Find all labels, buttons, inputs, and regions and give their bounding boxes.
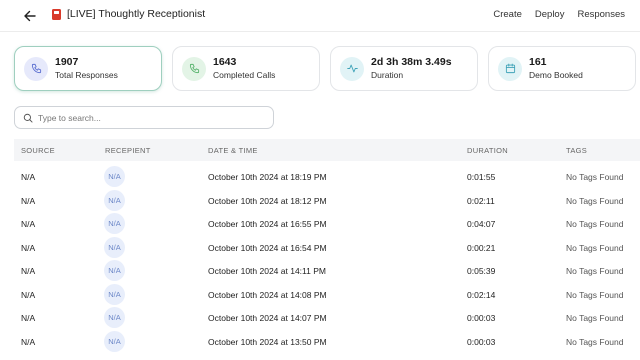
stat-card-total-responses[interactable]: 1907 Total Responses	[14, 46, 162, 91]
stat-icon-bg	[340, 56, 364, 81]
column-header-date-time[interactable]: DATE & TIME	[208, 146, 258, 155]
cell-date-time: October 10th 2024 at 13:50 PM	[208, 336, 327, 347]
recipient-avatar: N/A	[104, 236, 125, 258]
cell-date-time: October 10th 2024 at 14:08 PM	[208, 289, 327, 300]
column-header-recipient[interactable]: RECEPIENT	[105, 146, 151, 155]
cell-source: N/A	[21, 242, 36, 253]
stat-icon-bg	[182, 56, 206, 81]
stat-label: Duration	[371, 70, 404, 80]
cell-source: N/A	[21, 195, 36, 206]
cell-date-time: October 10th 2024 at 16:55 PM	[208, 219, 327, 229]
calendar-icon	[505, 63, 515, 74]
column-header-tags[interactable]: TAGS	[566, 146, 587, 155]
search-icon	[23, 113, 33, 123]
stat-label: Completed Calls	[213, 70, 276, 80]
table-header: SOURCE RECEPIENT DATE & TIME DURATION TA…	[14, 139, 640, 161]
cell-source: N/A	[21, 266, 36, 276]
cell-duration: 0:00:21	[467, 242, 496, 253]
nav-deploy-link[interactable]: Deploy	[535, 9, 565, 20]
cell-duration: 0:00:03	[467, 336, 496, 347]
cell-duration: 0:01:55	[467, 172, 496, 182]
table-row[interactable]: N/A N/A October 10th 2024 at 18:12 PM 0:…	[14, 189, 640, 213]
stat-value: 161	[529, 56, 547, 68]
cell-date-time: October 10th 2024 at 18:19 PM	[208, 172, 327, 182]
page-title: [LIVE] Thoughtly Receptionist	[67, 8, 206, 20]
cell-source: N/A	[21, 219, 36, 229]
table-row[interactable]: N/A N/A October 10th 2024 at 14:08 PM 0:…	[14, 283, 640, 307]
cell-tags: No Tags Found	[566, 336, 624, 347]
recipient-avatar: N/A	[104, 307, 125, 328]
nav-responses-link[interactable]: Responses	[577, 9, 625, 20]
cell-date-time: October 10th 2024 at 16:54 PM	[208, 242, 327, 253]
cell-source: N/A	[21, 336, 36, 347]
column-header-duration[interactable]: DURATION	[467, 146, 508, 155]
stat-value: 2d 3h 38m 3.49s	[371, 56, 452, 68]
cell-duration: 0:00:03	[467, 313, 496, 323]
recipient-avatar: N/A	[104, 283, 125, 305]
table-row[interactable]: N/A N/A October 10th 2024 at 14:07 PM 0:…	[14, 306, 640, 330]
stat-text: 2d 3h 38m 3.49s Duration	[371, 56, 452, 81]
recipient-avatar: N/A	[104, 166, 125, 187]
cell-tags: No Tags Found	[566, 313, 624, 323]
phone-check-icon	[189, 63, 199, 74]
cell-tags: No Tags Found	[566, 195, 624, 206]
cell-date-time: October 10th 2024 at 14:07 PM	[208, 313, 327, 323]
stat-card-completed-calls[interactable]: 1643 Completed Calls	[172, 46, 320, 91]
stat-label: Total Responses	[55, 70, 118, 80]
stats-cards: 1907 Total Responses 1643 Completed Call…	[14, 46, 640, 91]
cell-date-time: October 10th 2024 at 14:11 PM	[208, 266, 326, 276]
cell-tags: No Tags Found	[566, 172, 624, 182]
cell-date-time: October 10th 2024 at 18:12 PM	[208, 195, 327, 206]
cell-duration: 0:05:39	[467, 266, 496, 276]
cell-tags: No Tags Found	[566, 219, 624, 229]
live-badge-icon	[52, 8, 61, 20]
activity-icon	[346, 64, 358, 73]
stat-label: Demo Booked	[529, 70, 583, 80]
stat-text: 161 Demo Booked	[529, 56, 583, 81]
recipient-avatar: N/A	[104, 189, 125, 211]
table-row[interactable]: N/A N/A October 10th 2024 at 16:54 PM 0:…	[14, 236, 640, 260]
cell-tags: No Tags Found	[566, 289, 624, 300]
table-row[interactable]: N/A N/A October 10th 2024 at 13:50 PM 0:…	[14, 330, 640, 354]
recipient-avatar: N/A	[104, 260, 125, 281]
cell-duration: 0:04:07	[467, 219, 496, 229]
stat-value: 1907	[55, 56, 79, 68]
top-nav: Create Deploy Responses	[493, 9, 625, 20]
stat-value: 1643	[213, 56, 237, 68]
stat-icon-bg	[24, 56, 48, 81]
stat-text: 1643 Completed Calls	[213, 56, 275, 81]
table-row[interactable]: N/A N/A October 10th 2024 at 14:11 PM 0:…	[14, 259, 640, 283]
cell-source: N/A	[21, 172, 36, 182]
stat-text: 1907 Total Responses	[55, 56, 118, 81]
search-input[interactable]	[38, 112, 258, 123]
cell-duration: 0:02:11	[467, 195, 495, 206]
stat-card-duration[interactable]: 2d 3h 38m 3.49s Duration	[330, 46, 478, 91]
stat-icon-bg	[498, 56, 522, 81]
cell-tags: No Tags Found	[566, 242, 624, 253]
recipient-avatar: N/A	[104, 330, 125, 352]
table-row[interactable]: N/A N/A October 10th 2024 at 18:19 PM 0:…	[14, 165, 640, 189]
cell-source: N/A	[21, 289, 36, 300]
cell-tags: No Tags Found	[566, 266, 624, 276]
cell-duration: 0:02:14	[467, 289, 496, 300]
column-header-source[interactable]: SOURCE	[21, 146, 55, 155]
back-arrow-icon[interactable]	[22, 8, 38, 24]
top-bar: [LIVE] Thoughtly Receptionist Create Dep…	[0, 0, 640, 32]
phone-icon	[31, 63, 41, 74]
table-row[interactable]: N/A N/A October 10th 2024 at 16:55 PM 0:…	[14, 212, 640, 236]
nav-create-link[interactable]: Create	[493, 9, 522, 20]
page-title-wrap: [LIVE] Thoughtly Receptionist	[52, 8, 205, 20]
stat-card-demo-booked[interactable]: 161 Demo Booked	[488, 46, 636, 91]
search-box[interactable]	[14, 106, 274, 129]
recipient-avatar: N/A	[104, 213, 125, 234]
cell-source: N/A	[21, 313, 36, 323]
